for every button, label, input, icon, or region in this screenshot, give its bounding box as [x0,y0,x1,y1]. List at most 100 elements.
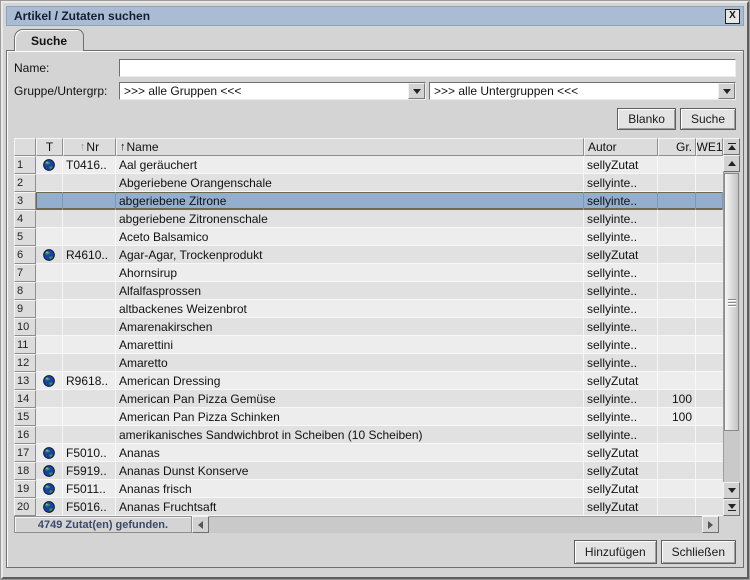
row-data[interactable]: R9618..American DressingsellyZutat [36,372,723,390]
autor-cell: sellyZutat [584,480,658,498]
row-data[interactable]: Ahornsirupsellyinte.. [36,264,723,282]
type-cell [36,246,63,264]
tab-suche[interactable]: Suche [14,29,84,51]
nr-cell [63,426,116,444]
close-icon[interactable]: X [725,9,740,24]
horizontal-scroll-track[interactable] [209,516,702,533]
table-row[interactable]: 5Aceto Balsamicosellyinte.. [14,228,723,246]
row-data[interactable]: amerikanisches Sandwichbrot in Scheiben … [36,426,723,444]
row-data[interactable]: F5016..Ananas FruchtsaftsellyZutat [36,498,723,516]
autor-cell: sellyZutat [584,498,658,516]
autor-cell: sellyinte.. [584,300,658,318]
row-data[interactable]: F5919..Ananas Dunst KonservesellyZutat [36,462,723,480]
chevron-down-icon[interactable] [408,83,425,99]
corner-header-cell [14,138,36,156]
row-data[interactable]: Aceto Balsamicosellyinte.. [36,228,723,246]
row-data[interactable]: American Pan Pizza Schinkensellyinte..10… [36,408,723,426]
row-data[interactable]: Amarenakirschensellyinte.. [36,318,723,336]
table-row[interactable]: 6R4610..Agar-Agar, TrockenproduktsellyZu… [14,246,723,264]
nr-cell: F5011.. [63,480,116,498]
column-header-autor[interactable]: Autor [584,138,658,156]
gr-cell [658,444,696,462]
column-header-name[interactable]: ↑ Name [116,138,584,156]
autor-cell: sellyZutat [584,246,658,264]
scroll-up-icon[interactable] [723,155,740,172]
type-cell [36,408,63,426]
gr-cell [658,426,696,444]
row-data[interactable]: Abgeriebene Orangenschalesellyinte.. [36,174,723,192]
scroll-right-icon[interactable] [702,516,719,533]
row-data[interactable]: R4610..Agar-Agar, TrockenproduktsellyZut… [36,246,723,264]
row-data[interactable]: abgeriebene Zitronesellyinte.. [36,192,723,210]
scroll-to-bottom-icon[interactable] [723,499,740,516]
row-data[interactable]: altbackenes Weizenbrotsellyinte.. [36,300,723,318]
scroll-to-top-icon[interactable] [723,138,740,155]
table-row[interactable]: 4abgeriebene Zitronenschalesellyinte.. [14,210,723,228]
row-data[interactable]: abgeriebene Zitronenschalesellyinte.. [36,210,723,228]
vertical-scroll-thumb[interactable] [724,173,739,431]
table-row[interactable]: 17F5010..AnanassellyZutat [14,444,723,462]
type-cell [36,372,63,390]
we1-cell [696,156,723,174]
gr-cell [658,228,696,246]
table-row[interactable]: 15American Pan Pizza Schinkensellyinte..… [14,408,723,426]
nr-cell [63,210,116,228]
chevron-down-icon[interactable] [718,83,735,99]
row-data[interactable]: Alfalfasprossensellyinte.. [36,282,723,300]
table-row[interactable]: 11Amarettinisellyinte.. [14,336,723,354]
table-row[interactable]: 7Ahornsirupsellyinte.. [14,264,723,282]
blanko-button[interactable]: Blanko [617,108,676,130]
we1-cell [696,192,723,210]
name-cell: Amaretto [116,354,584,372]
table-row[interactable]: 3abgeriebene Zitronesellyinte.. [14,192,723,210]
globe-icon [43,447,55,459]
gr-cell [658,354,696,372]
row-data[interactable]: T0416..Aal geräuchertsellyZutat [36,156,723,174]
nr-cell: F5919.. [63,462,116,480]
name-input[interactable] [119,59,736,77]
table-row[interactable]: 19F5011..Ananas frischsellyZutat [14,480,723,498]
vertical-scroll-track[interactable] [723,172,740,482]
dialog-window: Artikel / Zutaten suchen X Suche Name: G… [0,0,750,580]
group-select[interactable]: >>> alle Gruppen <<< [119,82,426,100]
we1-cell [696,462,723,480]
table-row[interactable]: 2Abgeriebene Orangenschalesellyinte.. [14,174,723,192]
column-header-we1[interactable]: WE1 [696,138,723,156]
table-row[interactable]: 8Alfalfasprossensellyinte.. [14,282,723,300]
table-row[interactable]: 20F5016..Ananas FruchtsaftsellyZutat [14,498,723,516]
table-row[interactable]: 16amerikanisches Sandwichbrot in Scheibe… [14,426,723,444]
title-bar[interactable]: Artikel / Zutaten suchen X [6,6,744,26]
autor-cell: sellyZutat [584,156,658,174]
globe-icon [43,375,55,387]
row-data[interactable]: American Pan Pizza Gemüsesellyinte..100 [36,390,723,408]
gr-cell [658,174,696,192]
nr-cell [63,408,116,426]
row-data[interactable]: F5011..Ananas frischsellyZutat [36,480,723,498]
scroll-left-icon[interactable] [192,516,209,533]
scroll-down-icon[interactable] [723,482,740,499]
table-row[interactable]: 12Amarettosellyinte.. [14,354,723,372]
column-header-t[interactable]: T [36,138,63,156]
row-data[interactable]: Amarettinisellyinte.. [36,336,723,354]
row-data[interactable]: Amarettosellyinte.. [36,354,723,372]
table-row[interactable]: 9altbackenes Weizenbrotsellyinte.. [14,300,723,318]
table-row[interactable]: 1T0416..Aal geräuchertsellyZutat [14,156,723,174]
column-header-gr[interactable]: Gr. [658,138,696,156]
we1-cell [696,300,723,318]
type-cell [36,462,63,480]
type-cell [36,318,63,336]
suche-button[interactable]: Suche [680,108,736,130]
row-data[interactable]: F5010..AnanassellyZutat [36,444,723,462]
schliessen-button[interactable]: Schließen [661,540,736,564]
table-row[interactable]: 13R9618..American DressingsellyZutat [14,372,723,390]
globe-icon [43,501,55,513]
table-row[interactable]: 18F5919..Ananas Dunst KonservesellyZutat [14,462,723,480]
table-row[interactable]: 14American Pan Pizza Gemüsesellyinte..10… [14,390,723,408]
we1-cell [696,228,723,246]
hinzufuegen-button[interactable]: Hinzufügen [574,540,657,564]
vertical-scrollbar[interactable] [723,138,740,516]
column-header-nr[interactable]: ↑ Nr [63,138,116,156]
subgroup-select[interactable]: >>> alle Untergruppen <<< [429,82,736,100]
table-row[interactable]: 10Amarenakirschensellyinte.. [14,318,723,336]
row-number-cell: 2 [14,174,36,192]
